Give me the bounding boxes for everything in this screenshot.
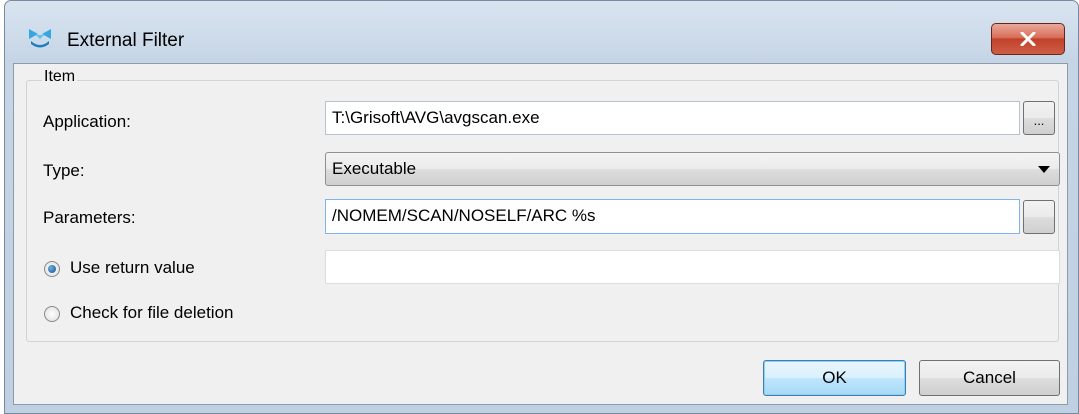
- type-dropdown[interactable]: Executable: [325, 152, 1060, 186]
- application-label: Application:: [43, 112, 131, 131]
- parameters-input[interactable]: /NOMEM/SCAN/NOSELF/ARC %s: [325, 199, 1020, 234]
- external-filter-icon: [29, 29, 51, 48]
- cancel-button[interactable]: Cancel: [919, 360, 1060, 396]
- title-bar[interactable]: External Filter: [5, 1, 1078, 63]
- use-return-value-label[interactable]: Use return value: [70, 257, 195, 279]
- ok-button[interactable]: OK: [763, 360, 906, 396]
- window-title: External Filter: [67, 30, 185, 51]
- check-file-deletion-radio[interactable]: [44, 306, 60, 322]
- type-dropdown-value: Executable: [332, 159, 417, 178]
- type-label: Type:: [43, 161, 85, 180]
- application-input[interactable]: T:\Grisoft\AVG\avgscan.exe: [325, 101, 1020, 135]
- chevron-down-icon: [1038, 166, 1050, 173]
- dialog-client-area: Item Application: T:\Grisoft\AVG\avgscan…: [13, 63, 1068, 405]
- close-icon: [1020, 32, 1036, 46]
- close-button[interactable]: [991, 23, 1065, 55]
- use-return-value-radio[interactable]: [44, 261, 60, 277]
- item-group-title: Item: [42, 67, 78, 87]
- return-value-input[interactable]: [325, 250, 1060, 284]
- parameters-label: Parameters:: [43, 208, 136, 227]
- check-file-deletion-label[interactable]: Check for file deletion: [70, 302, 233, 324]
- dialog-window: External Filter Item Application: T:\Gri…: [4, 0, 1079, 414]
- application-browse-button[interactable]: ...: [1023, 101, 1055, 135]
- parameters-browse-button[interactable]: [1023, 200, 1055, 234]
